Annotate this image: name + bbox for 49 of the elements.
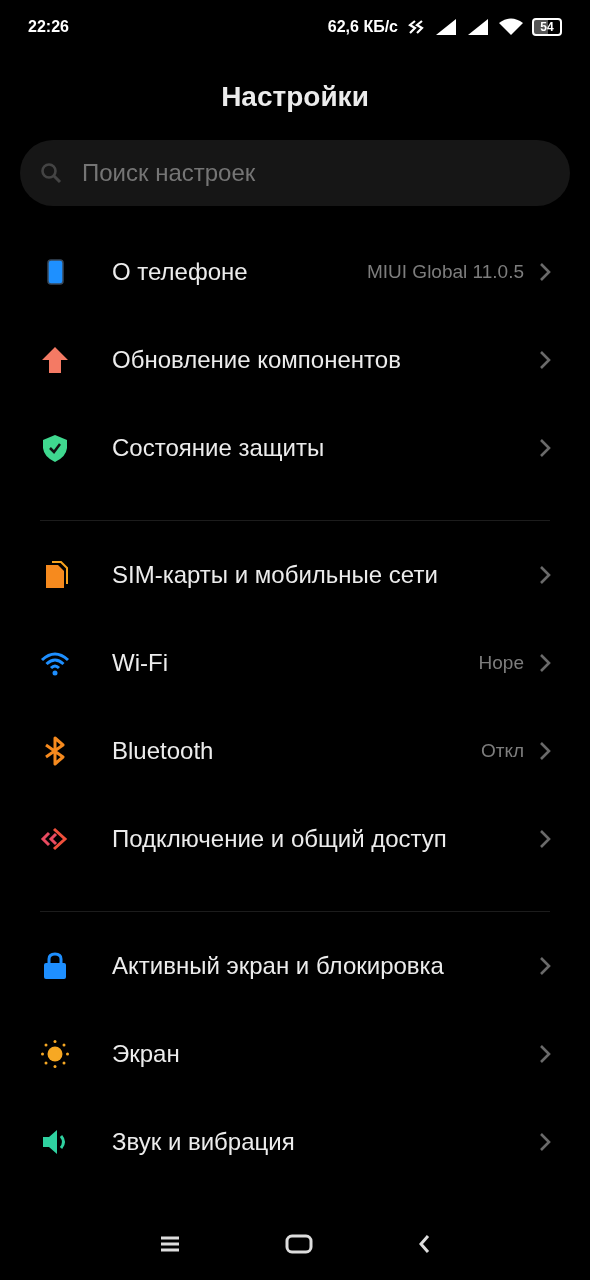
chevron-icon xyxy=(538,350,552,370)
settings-item[interactable]: Звук и вибрация xyxy=(0,1098,590,1186)
item-label: SIM-карты и мобильные сети xyxy=(112,560,438,590)
settings-item[interactable]: Обновление компонентов xyxy=(0,316,590,404)
shield-check-icon xyxy=(40,433,70,463)
item-label: Подключение и общий доступ xyxy=(112,824,447,854)
search-field[interactable]: Поиск настроек xyxy=(20,140,570,206)
item-label: Обновление компонентов xyxy=(112,345,401,375)
item-label: Экран xyxy=(112,1039,180,1069)
chevron-icon xyxy=(538,829,552,849)
chevron-icon xyxy=(538,956,552,976)
chevron-icon xyxy=(538,565,552,585)
settings-item[interactable]: Подключение и общий доступ xyxy=(0,795,590,883)
up-arrow-icon xyxy=(40,345,70,375)
chevron-icon xyxy=(538,1132,552,1152)
item-label: О телефоне xyxy=(112,257,248,287)
settings-item[interactable]: Wi-Fi Hope xyxy=(0,619,590,707)
item-value: Hope xyxy=(478,650,524,675)
network-speed-text: 62,6 КБ/с xyxy=(327,17,398,37)
chevron-icon xyxy=(538,1044,552,1064)
home-icon[interactable] xyxy=(285,1234,313,1254)
item-value: Откл xyxy=(480,738,524,763)
data-activity-icon xyxy=(406,19,426,35)
clock-text: 22:26 xyxy=(28,17,69,37)
wifi-icon xyxy=(498,18,524,36)
item-value: MIUI Global 11.0.5 xyxy=(367,259,524,284)
settings-item[interactable]: Состояние защиты xyxy=(0,404,590,492)
search-icon xyxy=(40,162,62,184)
chevron-icon xyxy=(538,262,552,282)
chevron-icon xyxy=(538,741,552,761)
item-label: Активный экран и блокировка xyxy=(112,951,444,981)
settings-item[interactable]: Активный экран и блокировка xyxy=(0,922,590,1010)
signal-icon xyxy=(466,18,490,36)
item-label: Bluetooth xyxy=(112,736,214,766)
sun-icon xyxy=(40,1039,70,1069)
settings-item[interactable]: Экран xyxy=(0,1010,590,1098)
settings-item[interactable]: О телефоне MIUI Global 11.0.5 xyxy=(0,228,590,316)
back-icon[interactable] xyxy=(417,1233,431,1255)
settings-item[interactable]: Bluetooth Откл xyxy=(0,707,590,795)
settings-item[interactable]: SIM-карты и мобильные сети xyxy=(0,531,590,619)
menu-icon[interactable] xyxy=(159,1235,181,1253)
page-title: Настройки xyxy=(220,80,370,114)
signal-icon xyxy=(434,18,458,36)
item-label: Звук и вибрация xyxy=(112,1127,295,1157)
chevron-icon xyxy=(538,438,552,458)
item-label: Состояние защиты xyxy=(112,433,325,463)
battery-indicator: 54 xyxy=(532,18,562,36)
item-label: Wi-Fi xyxy=(112,648,168,678)
chevron-icon xyxy=(538,653,552,673)
